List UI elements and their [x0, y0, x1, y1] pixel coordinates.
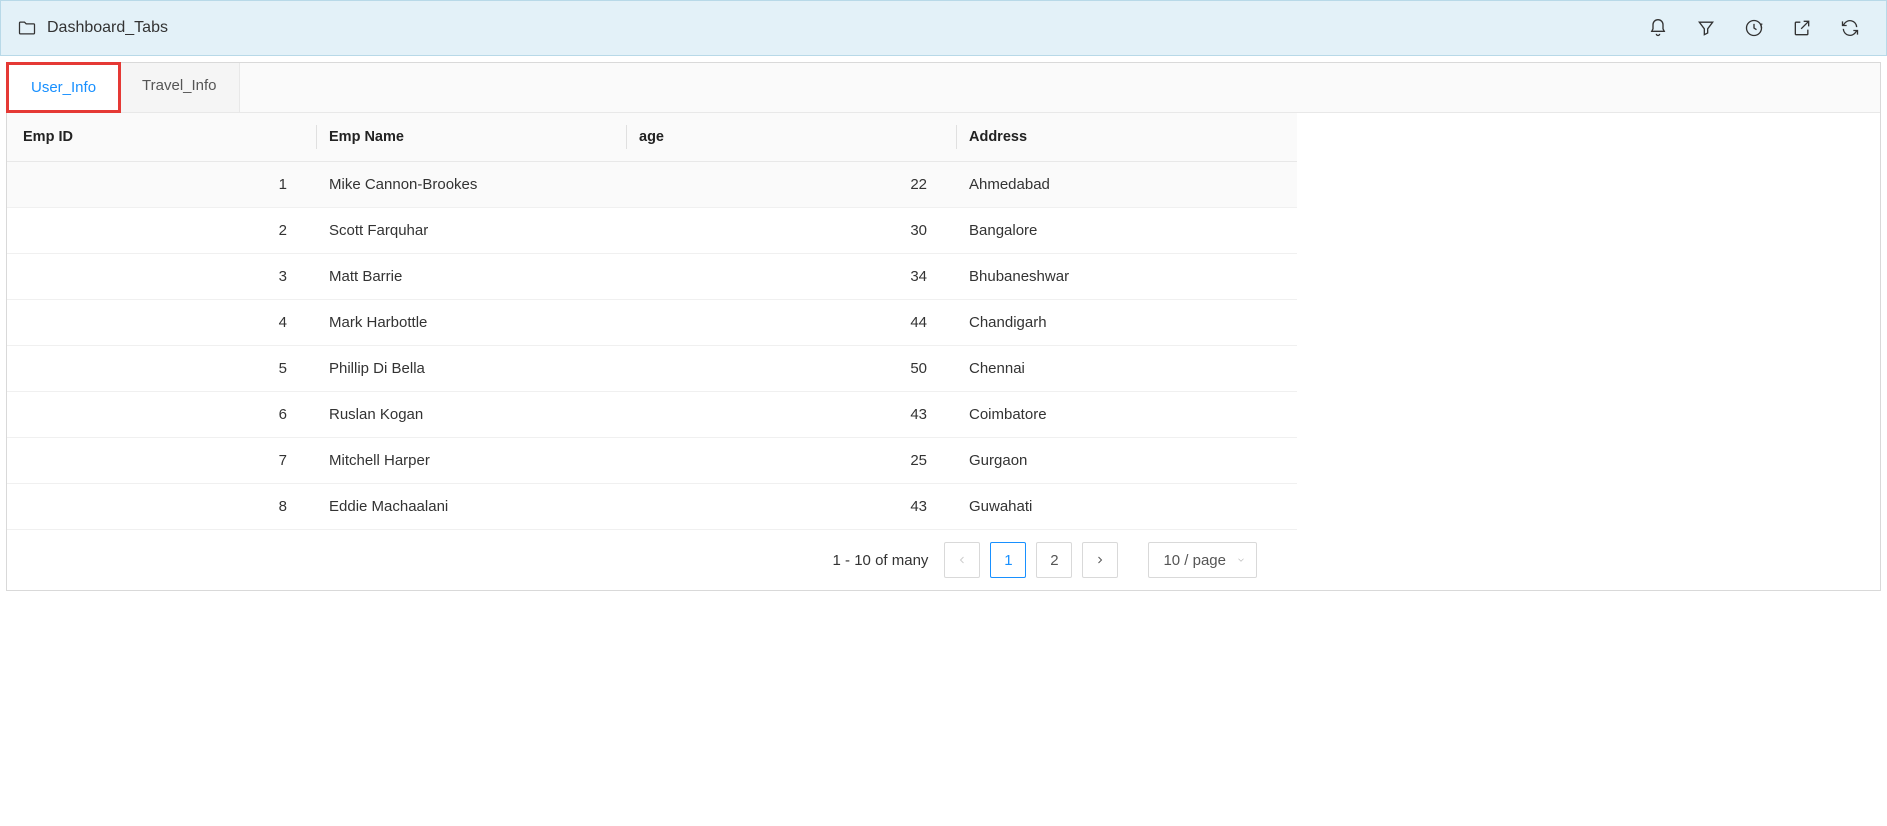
- header-left: Dashboard_Tabs: [17, 18, 168, 38]
- table-row[interactable]: 8Eddie Machaalani43Guwahati: [7, 484, 1297, 530]
- next-page-button[interactable]: [1082, 542, 1118, 578]
- tab-travel_info[interactable]: Travel_Info: [120, 63, 239, 112]
- chevron-down-icon: [1236, 555, 1246, 565]
- cell-age: 22: [627, 162, 957, 208]
- chevron-right-icon: [1094, 554, 1106, 566]
- table-body: 1Mike Cannon-Brookes22Ahmedabad2Scott Fa…: [7, 162, 1297, 530]
- cell-address: Chennai: [957, 346, 1297, 392]
- col-address[interactable]: Address: [957, 113, 1297, 162]
- refresh-icon[interactable]: [1840, 18, 1860, 38]
- pagination-info: 1 - 10 of many: [833, 552, 929, 569]
- page-button-1[interactable]: 1: [990, 542, 1026, 578]
- table-row[interactable]: 7Mitchell Harper25Gurgaon: [7, 438, 1297, 484]
- cell-address: Ahmedabad: [957, 162, 1297, 208]
- cell-address: Bhubaneshwar: [957, 254, 1297, 300]
- chevron-left-icon: [956, 554, 968, 566]
- cell-age: 44: [627, 300, 957, 346]
- cell-emp-name: Mark Harbottle: [317, 300, 627, 346]
- page-size-select[interactable]: 10 / page: [1148, 542, 1257, 578]
- cell-emp-name: Ruslan Kogan: [317, 392, 627, 438]
- header-toolbar: [1648, 18, 1870, 38]
- table-header: Emp ID Emp Name age Address: [7, 113, 1297, 162]
- page-button-2[interactable]: 2: [1036, 542, 1072, 578]
- table-scroll[interactable]: 1Mike Cannon-Brookes22Ahmedabad2Scott Fa…: [7, 162, 1297, 530]
- export-icon[interactable]: [1792, 18, 1812, 38]
- cell-address: Coimbatore: [957, 392, 1297, 438]
- cell-address: Bangalore: [957, 208, 1297, 254]
- table-row[interactable]: 2Scott Farquhar30Bangalore: [7, 208, 1297, 254]
- cell-emp-name: Eddie Machaalani: [317, 484, 627, 530]
- pagination: 1 - 10 of many 12 10 / page: [7, 530, 1297, 590]
- col-emp-id[interactable]: Emp ID: [7, 113, 317, 162]
- col-age[interactable]: age: [627, 113, 957, 162]
- cell-age: 25: [627, 438, 957, 484]
- table-row[interactable]: 4Mark Harbottle44Chandigarh: [7, 300, 1297, 346]
- cell-emp-id: 4: [7, 300, 317, 346]
- page-size-value: 10 / page: [1163, 552, 1226, 569]
- cell-age: 30: [627, 208, 957, 254]
- tab-user_info[interactable]: User_Info: [6, 62, 121, 113]
- clock-refresh-icon[interactable]: [1744, 18, 1764, 38]
- cell-address: Chandigarh: [957, 300, 1297, 346]
- cell-age: 43: [627, 484, 957, 530]
- folder-icon: [17, 18, 37, 38]
- cell-emp-name: Matt Barrie: [317, 254, 627, 300]
- table-row[interactable]: 3Matt Barrie34Bhubaneshwar: [7, 254, 1297, 300]
- col-emp-name[interactable]: Emp Name: [317, 113, 627, 162]
- cell-address: Gurgaon: [957, 438, 1297, 484]
- cell-address: Guwahati: [957, 484, 1297, 530]
- cell-emp-name: Mitchell Harper: [317, 438, 627, 484]
- data-table: Emp ID Emp Name age Address: [7, 113, 1297, 162]
- cell-emp-name: Phillip Di Bella: [317, 346, 627, 392]
- bell-icon[interactable]: [1648, 18, 1668, 38]
- cell-age: 50: [627, 346, 957, 392]
- prev-page-button[interactable]: [944, 542, 980, 578]
- tab-bar: User_InfoTravel_Info: [7, 63, 1880, 113]
- cell-emp-id: 1: [7, 162, 317, 208]
- cell-emp-id: 8: [7, 484, 317, 530]
- table-row[interactable]: 5Phillip Di Bella50Chennai: [7, 346, 1297, 392]
- cell-emp-name: Mike Cannon-Brookes: [317, 162, 627, 208]
- cell-emp-id: 5: [7, 346, 317, 392]
- cell-emp-id: 6: [7, 392, 317, 438]
- cell-age: 43: [627, 392, 957, 438]
- cell-emp-id: 7: [7, 438, 317, 484]
- page-header: Dashboard_Tabs: [0, 0, 1887, 56]
- content-panel: User_InfoTravel_Info Emp ID Emp Name age…: [6, 62, 1881, 591]
- page-title: Dashboard_Tabs: [47, 19, 168, 37]
- cell-age: 34: [627, 254, 957, 300]
- cell-emp-id: 3: [7, 254, 317, 300]
- table-container: Emp ID Emp Name age Address 1Mike Cannon…: [7, 113, 1297, 530]
- page-buttons: 12: [990, 542, 1072, 578]
- cell-emp-id: 2: [7, 208, 317, 254]
- filter-icon[interactable]: [1696, 18, 1716, 38]
- table-row[interactable]: 1Mike Cannon-Brookes22Ahmedabad: [7, 162, 1297, 208]
- table-row[interactable]: 6Ruslan Kogan43Coimbatore: [7, 392, 1297, 438]
- cell-emp-name: Scott Farquhar: [317, 208, 627, 254]
